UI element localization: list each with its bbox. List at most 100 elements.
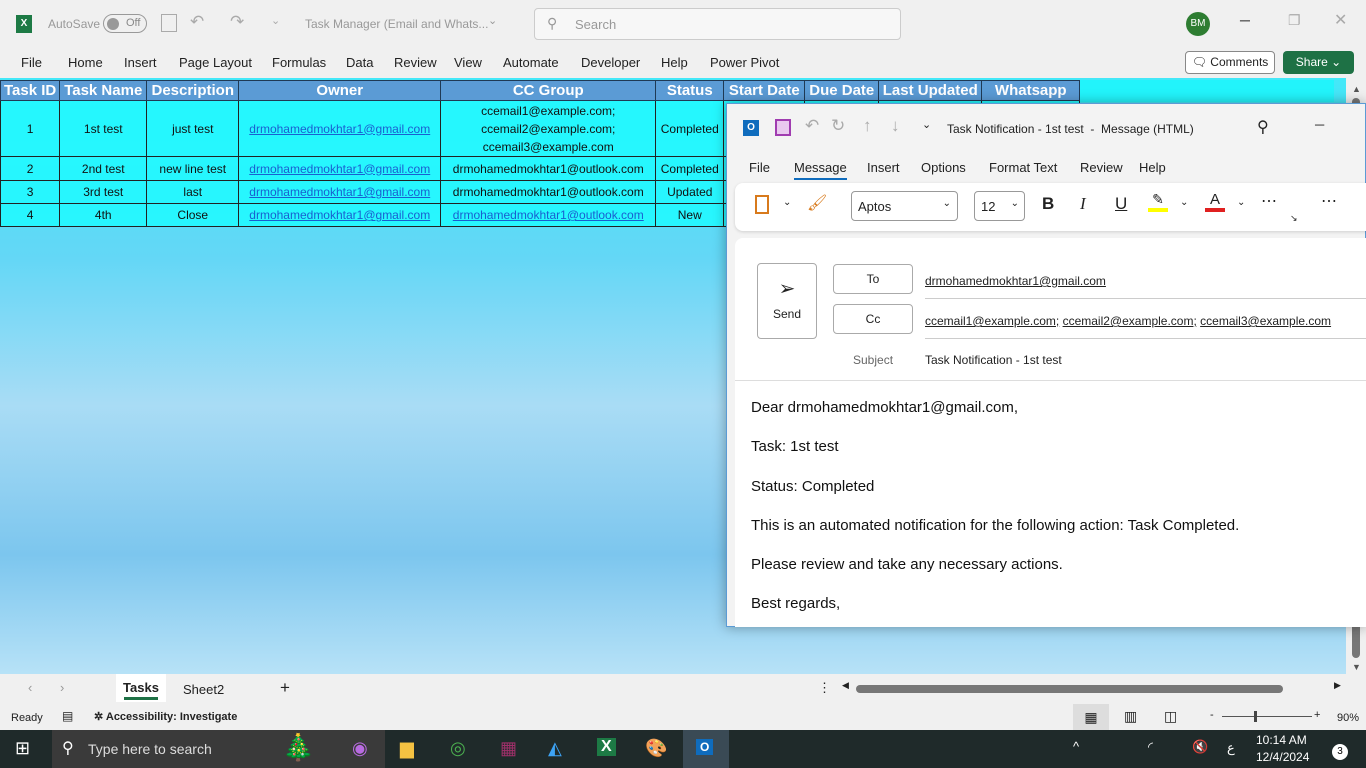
font-size-select[interactable]: 12 ⌄ <box>974 191 1025 221</box>
cell-name[interactable]: 1st test <box>59 100 148 157</box>
copilot-icon[interactable]: ◉ <box>352 738 368 759</box>
bold-button[interactable]: B <box>1042 194 1054 214</box>
file-explorer-icon[interactable]: ▆ <box>400 738 414 759</box>
cell-status[interactable]: Completed <box>655 100 725 157</box>
search-box[interactable]: ⚲ Search <box>534 8 901 40</box>
paste-icon[interactable] <box>755 195 769 214</box>
show-hidden-icons[interactable]: ^ <box>1073 739 1079 754</box>
page-break-view-button[interactable]: ◫ <box>1164 708 1177 725</box>
col-header-task-id[interactable]: Task ID <box>0 80 61 101</box>
cell-id[interactable]: 1 <box>0 100 61 157</box>
zoom-level[interactable]: 90% <box>1337 712 1359 724</box>
title-chevron-icon[interactable]: ⌄ <box>488 14 497 27</box>
to-button[interactable]: To <box>833 264 913 294</box>
cc-recipient[interactable]: ccemail2@example.com; <box>1063 314 1197 328</box>
cell-name[interactable]: 3rd test <box>59 180 148 204</box>
user-avatar[interactable]: BM <box>1186 12 1210 36</box>
cell-owner[interactable]: drmohamedmokhtar1@gmail.com <box>238 203 442 227</box>
cc-recipient[interactable]: ccemail3@example.com <box>1200 314 1331 328</box>
excel-taskbar-icon[interactable]: X <box>597 738 616 756</box>
normal-view-button[interactable]: ▦ <box>1073 704 1109 730</box>
taskbar-search[interactable]: ⚲ Type here to search 🎄 <box>52 730 385 768</box>
windows-start-icon[interactable]: ⊞ <box>15 738 30 759</box>
font-color-icon[interactable]: A <box>1205 191 1225 212</box>
cell-status[interactable]: Updated <box>655 180 725 204</box>
redo-icon[interactable]: ↻ <box>831 116 845 136</box>
menu-insert[interactable]: Insert <box>124 55 157 70</box>
col-header-last-updated[interactable]: Last Updated <box>878 80 983 101</box>
tab-message[interactable]: Message <box>794 160 847 180</box>
sheet-tab-sheet2[interactable]: Sheet2 <box>183 682 224 697</box>
format-painter-icon[interactable]: 🖌 <box>807 193 827 213</box>
cell-owner[interactable]: drmohamedmokhtar1@gmail.com <box>238 180 442 204</box>
search-icon[interactable]: ⚲ <box>1257 117 1269 137</box>
col-header-status[interactable]: Status <box>655 80 725 101</box>
minimize-button[interactable]: ─ <box>1315 117 1324 132</box>
more-commands-icon[interactable]: ⋯ <box>1321 191 1337 211</box>
zoom-slider[interactable]: - + <box>1210 709 1322 724</box>
cc-link[interactable]: drmohamedmokhtar1@outlook.com <box>453 208 644 222</box>
tab-format-text[interactable]: Format Text <box>989 160 1057 175</box>
clock-time[interactable]: 10:14 AM <box>1256 733 1307 747</box>
previous-item-icon[interactable]: ↑ <box>863 116 872 136</box>
file-title[interactable]: Task Manager (Email and Whats... <box>305 17 488 31</box>
comments-button[interactable]: 🗨 Comments <box>1185 51 1275 74</box>
scroll-left-icon[interactable]: ◀ <box>842 680 849 691</box>
underline-button[interactable]: U <box>1115 194 1127 214</box>
accessibility-status[interactable]: ✲ Accessibility: Investigate <box>94 710 237 723</box>
font-select[interactable]: Aptos ⌄ <box>851 191 958 221</box>
col-header-cc-group[interactable]: CC Group <box>440 80 657 101</box>
next-item-icon[interactable]: ↓ <box>891 116 900 136</box>
next-sheet-icon[interactable]: › <box>60 680 64 695</box>
menu-help[interactable]: Help <box>661 55 688 70</box>
share-button[interactable]: Share ⌄ <box>1283 51 1354 74</box>
owner-link[interactable]: drmohamedmokhtar1@gmail.com <box>249 185 430 199</box>
undo-icon[interactable]: ↶ <box>805 116 819 136</box>
autosave-toggle[interactable]: Off <box>103 14 147 33</box>
tab-help[interactable]: Help <box>1139 160 1166 175</box>
sheet-tab-tasks[interactable]: Tasks <box>116 674 166 702</box>
send-button[interactable]: ➢ Send <box>757 263 817 339</box>
menu-file[interactable]: File <box>21 55 42 70</box>
menu-automate[interactable]: Automate <box>503 55 559 70</box>
paste-dropdown-icon[interactable]: ⌄ <box>783 197 791 208</box>
clock-date[interactable]: 12/4/2024 <box>1256 750 1309 764</box>
chrome-icon[interactable]: ◎ <box>450 738 466 759</box>
cell-desc[interactable]: Close <box>146 203 240 227</box>
cell-desc[interactable]: last <box>146 180 240 204</box>
owner-link[interactable]: drmohamedmokhtar1@gmail.com <box>249 162 430 176</box>
menu-review[interactable]: Review <box>394 55 437 70</box>
cell-name[interactable]: 2nd test <box>59 156 148 181</box>
language-indicator[interactable]: ع <box>1227 740 1235 756</box>
network-icon[interactable]: ◜ <box>1148 739 1153 755</box>
volume-muted-icon[interactable]: 🔇 <box>1192 739 1208 755</box>
col-header-whatsapp[interactable]: Whatsapp <box>981 80 1081 101</box>
italic-button[interactable]: I <box>1080 194 1086 214</box>
tab-review[interactable]: Review <box>1080 160 1123 175</box>
cell-id[interactable]: 2 <box>0 156 61 181</box>
font-color-dropdown-icon[interactable]: ⌄ <box>1237 197 1245 208</box>
menu-data[interactable]: Data <box>346 55 373 70</box>
col-header-description[interactable]: Description <box>146 80 240 101</box>
subject-field[interactable]: Task Notification - 1st test <box>925 353 1062 367</box>
cell-owner[interactable]: drmohamedmokhtar1@gmail.com <box>238 156 442 181</box>
scroll-up-icon[interactable]: ▲ <box>1352 84 1361 94</box>
cell-cc[interactable]: drmohamedmokhtar1@outlook.com <box>440 203 657 227</box>
owner-link[interactable]: drmohamedmokhtar1@gmail.com <box>249 208 430 222</box>
menu-home[interactable]: Home <box>68 55 103 70</box>
minimize-button[interactable]: ─ <box>1240 12 1250 28</box>
cell-cc[interactable]: drmohamedmokhtar1@outlook.com <box>440 156 657 181</box>
tab-insert[interactable]: Insert <box>867 160 900 175</box>
cc-recipient[interactable]: ccemail1@example.com; <box>925 314 1059 328</box>
save-icon[interactable] <box>775 119 791 136</box>
menu-page-layout[interactable]: Page Layout <box>179 55 252 70</box>
cell-id[interactable]: 3 <box>0 180 61 204</box>
tab-split-handle[interactable]: ⋮ <box>818 680 831 696</box>
prev-sheet-icon[interactable]: ‹ <box>28 680 32 695</box>
more-options-icon[interactable]: ⋯ <box>1261 191 1277 211</box>
message-body[interactable]: Dear drmohamedmokhtar1@gmail.com, Task: … <box>735 380 1366 627</box>
highlight-dropdown-icon[interactable]: ⌄ <box>1180 197 1188 208</box>
owner-link[interactable]: drmohamedmokhtar1@gmail.com <box>249 122 430 136</box>
redo-icon[interactable]: ↷ <box>230 12 244 32</box>
cell-status[interactable]: New <box>655 203 725 227</box>
